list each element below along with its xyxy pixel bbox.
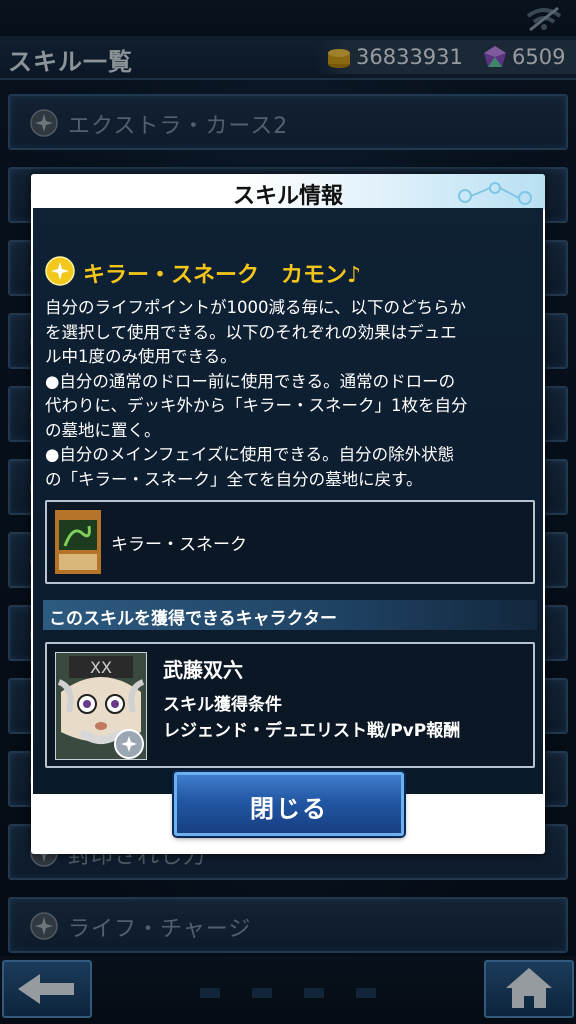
skill-description: 自分のライフポイントが1000減る毎に、以下のどちらか を選択して使用できる。以… [45, 298, 468, 489]
dialog-body: キラー・スネーク カモン♪ 自分のライフポイントが1000減る毎に、以下のどちら… [33, 208, 543, 794]
condition-value: レジェンド・デュエリスト戦/PvP報酬 [163, 721, 461, 741]
close-button[interactable]: 閉じる [174, 772, 404, 836]
svg-text:XX: XX [90, 658, 112, 677]
related-card[interactable]: キラー・スネーク [45, 500, 535, 584]
character-section-header: このスキルを獲得できるキャラクター [43, 600, 537, 630]
character-name: 武藤双六 [163, 658, 243, 682]
skill-name: キラー・スネーク カモン♪ [83, 263, 362, 288]
card-name: キラー・スネーク [111, 535, 247, 555]
skill-info-dialog: スキル情報 キラー・スネーク カモン♪ 自分のライフポイントが1000減る毎に、… [31, 174, 545, 854]
dialog-header: スキル情報 [31, 174, 545, 210]
character-portrait-icon: XX [55, 652, 147, 760]
dialog-title: スキル情報 [232, 184, 343, 209]
skill-name-row: キラー・スネーク カモン♪ [45, 256, 535, 290]
section-title: このスキルを獲得できるキャラクター [49, 609, 337, 629]
card-thumbnail-icon [55, 510, 101, 574]
close-button-label: 閉じる [250, 795, 328, 823]
skill-star-icon [45, 256, 75, 286]
condition-label: スキル獲得条件 [163, 695, 282, 715]
character-entry[interactable]: XX 武藤双六 スキル獲得条件 レジェンド・デュエリスト戦/PvP報酬 [45, 642, 535, 768]
